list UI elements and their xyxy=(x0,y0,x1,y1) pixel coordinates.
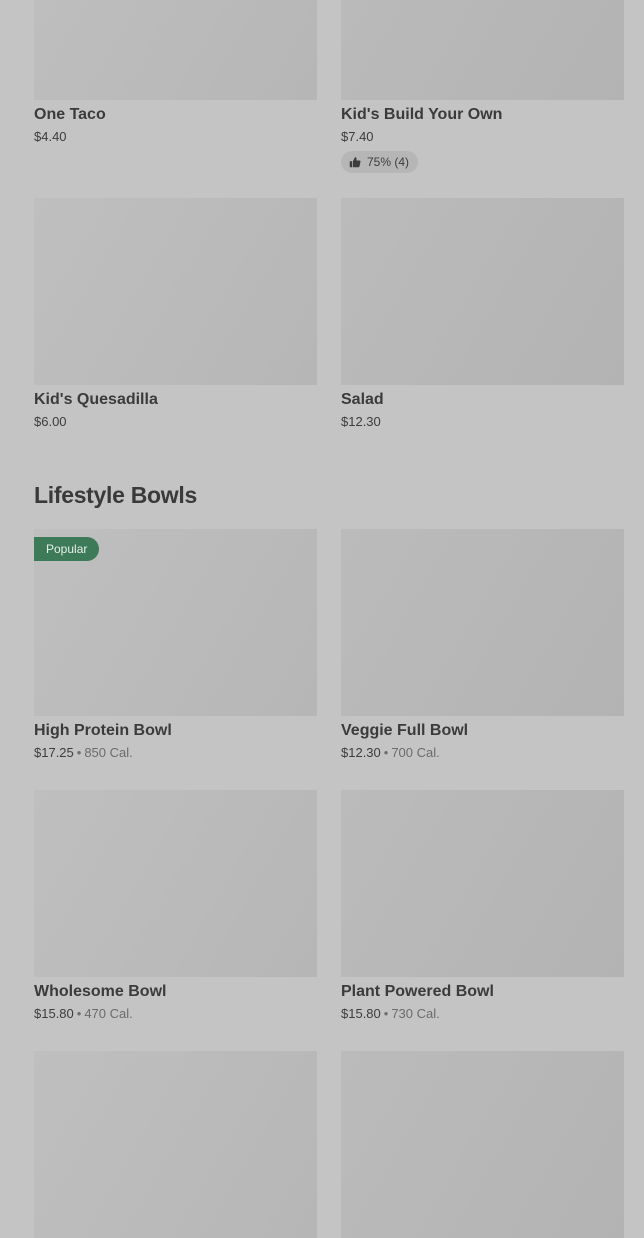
section-title-lifestyle-bowls: Lifestyle Bowls xyxy=(34,482,197,508)
item-price-row: $12.30 xyxy=(341,414,624,430)
item-price: $15.80 xyxy=(341,1006,381,1021)
menu-item-kids-build-your-own[interactable]: Kid's Build Your Own $7.40 75% (4) xyxy=(341,0,624,173)
menu-item-one-taco[interactable]: One Taco $4.40 xyxy=(34,0,317,173)
menu-item-partial[interactable] xyxy=(34,1051,317,1238)
item-price: $17.25 xyxy=(34,745,74,760)
rating-text: 75% (4) xyxy=(367,155,410,169)
item-name: Veggie Full Bowl xyxy=(341,722,469,739)
item-calories: 850 Cal. xyxy=(84,745,133,760)
item-image xyxy=(34,198,317,385)
item-name: One Taco xyxy=(34,106,106,123)
menu-page: One Taco $4.40 Kid's Build Your Own $7.4… xyxy=(0,0,644,1238)
item-name: High Protein Bowl xyxy=(34,722,172,739)
separator: • xyxy=(383,1006,389,1021)
item-price-row: $15.80 • 730 Cal. xyxy=(341,1006,624,1022)
item-image: Popular xyxy=(34,529,317,716)
item-price-row: $7.40 xyxy=(341,129,624,145)
item-calories: 470 Cal. xyxy=(84,1006,133,1021)
item-name: Kid's Quesadilla xyxy=(34,391,158,408)
item-calories: 730 Cal. xyxy=(391,1006,440,1021)
item-price-row: $17.25 • 850 Cal. xyxy=(34,745,317,761)
separator: • xyxy=(383,745,389,760)
item-price: $7.40 xyxy=(341,129,374,144)
item-image xyxy=(341,0,624,100)
item-image xyxy=(341,198,624,385)
item-image xyxy=(341,529,624,716)
menu-item-high-protein-bowl[interactable]: Popular High Protein Bowl $17.25 • 850 Cal… xyxy=(34,529,317,761)
item-price-row: $4.40 xyxy=(34,129,317,145)
item-price-row: $6.00 xyxy=(34,414,317,430)
item-image xyxy=(34,0,317,100)
menu-item-salad[interactable]: Salad $12.30 xyxy=(341,198,624,430)
item-name: Plant Powered Bowl xyxy=(341,983,494,1000)
menu-grid-kids: One Taco $4.40 Kid's Build Your Own $7.4… xyxy=(34,0,624,430)
separator: • xyxy=(76,745,82,760)
item-name: Kid's Build Your Own xyxy=(341,106,503,123)
menu-item-kids-quesadilla[interactable]: Kid's Quesadilla $6.00 xyxy=(34,198,317,430)
item-price-row: $12.30 • 700 Cal. xyxy=(341,745,624,761)
item-price: $12.30 xyxy=(341,745,381,760)
item-price: $4.40 xyxy=(34,129,67,144)
item-name: Salad xyxy=(341,391,384,408)
item-price-row: $15.80 • 470 Cal. xyxy=(34,1006,317,1022)
item-price: $6.00 xyxy=(34,414,67,429)
menu-item-partial[interactable] xyxy=(341,1051,624,1238)
item-image xyxy=(34,790,317,977)
separator: • xyxy=(76,1006,82,1021)
menu-item-veggie-full-bowl[interactable]: Veggie Full Bowl $12.30 • 700 Cal. xyxy=(341,529,624,761)
thumbs-up-icon xyxy=(349,156,361,168)
item-image xyxy=(341,1051,624,1238)
item-price: $12.30 xyxy=(341,414,381,429)
item-name: Wholesome Bowl xyxy=(34,983,167,1000)
menu-item-wholesome-bowl[interactable]: Wholesome Bowl $15.80 • 470 Cal. xyxy=(34,790,317,1022)
item-calories: 700 Cal. xyxy=(391,745,440,760)
item-image xyxy=(34,1051,317,1238)
menu-grid-lifestyle-bowls: Popular High Protein Bowl $17.25 • 850 Cal… xyxy=(34,529,624,1238)
item-price: $15.80 xyxy=(34,1006,74,1021)
item-image xyxy=(341,790,624,977)
menu-item-plant-powered-bowl[interactable]: Plant Powered Bowl $15.80 • 730 Cal. xyxy=(341,790,624,1022)
rating-badge: 75% (4) xyxy=(341,151,419,173)
popular-badge: Popular xyxy=(34,537,100,561)
